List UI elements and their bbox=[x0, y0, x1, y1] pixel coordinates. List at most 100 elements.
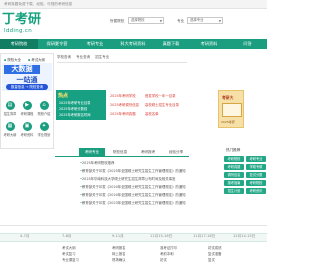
quick-link-materials[interactable]: ▣ 考研资料 bbox=[19, 122, 35, 137]
right-col-heading: 热门推荐 bbox=[226, 148, 241, 152]
school-select[interactable]: 选择院校 ▼ bbox=[128, 17, 164, 24]
timeline-month: 7-8月 bbox=[62, 234, 72, 238]
tab-apply[interactable]: 考研报考 bbox=[135, 148, 161, 157]
list-item-text: 2025年华南科技大学硕士研究生招生简章公布时间及相关事宜 bbox=[82, 177, 176, 181]
tab-experience[interactable]: 经验分享 bbox=[163, 148, 189, 157]
divider bbox=[57, 62, 187, 63]
tab-majors[interactable]: 考研专业 bbox=[79, 148, 105, 157]
exam-timeline: 4-7月 7-8月 9-11月 11月15-16日 11月17-18日 12月1… bbox=[0, 225, 267, 264]
poster-image bbox=[222, 103, 242, 117]
nav-item-materials-school[interactable]: 科大考研资料 bbox=[114, 39, 152, 49]
pill-link[interactable]: 考研院校 bbox=[224, 156, 244, 162]
timeline-item[interactable]: 考研报名 bbox=[112, 245, 126, 250]
quick-link-label: 学业规划 bbox=[37, 133, 51, 137]
pill-link[interactable]: 考研真题 bbox=[224, 164, 244, 170]
nav-item-majors[interactable]: 考研专业 bbox=[76, 39, 114, 49]
top-utility-bar: 考研真题免费下载、经验、可视的考研信息 bbox=[0, 0, 267, 9]
pill-link[interactable]: 考研专业 bbox=[246, 156, 266, 162]
major-select[interactable]: 选择专业 ▼ bbox=[187, 17, 223, 24]
nav-item-summer-camp[interactable]: 保研夏令营 bbox=[38, 39, 76, 49]
timeline-item[interactable]: 专业课复习 bbox=[62, 257, 79, 262]
big-data-banner[interactable]: 大数据 一站通 数量信息 → 院校查询 bbox=[2, 63, 52, 91]
search-subtabs: 学校查询 专业查询 招生专业 bbox=[57, 55, 109, 60]
school-select-value: 选择院校 bbox=[131, 18, 145, 22]
red-link[interactable]: 高校硕士招生专业目录 bbox=[145, 102, 179, 107]
subtab-recruit[interactable]: 招生专业 bbox=[95, 55, 109, 59]
left-menu-item[interactable]: ▪考试大纲 bbox=[28, 57, 45, 62]
hot-tag: 热点 bbox=[58, 93, 69, 99]
red-link[interactable]: 首发学校一年一目录 bbox=[145, 93, 176, 98]
pill-link[interactable]: 调剂信息 bbox=[224, 172, 244, 178]
folder-icon: ▣ bbox=[22, 122, 32, 131]
red-link[interactable]: 2025考研调剂信息 bbox=[110, 102, 139, 107]
list-item[interactable]: •教育部关于印发《2024年全国硕士研究生招生工作管理规定》的通知 bbox=[80, 192, 186, 197]
red-link[interactable]: 高校名单 bbox=[145, 111, 159, 116]
major-select-value: 选择专业 bbox=[190, 18, 204, 22]
pill-link[interactable]: 考研资讯 bbox=[246, 188, 266, 194]
quick-link-planning[interactable]: ✦ 学业规划 bbox=[36, 122, 52, 137]
timeline-item[interactable]: 网上报名 bbox=[112, 251, 126, 256]
nav-item-schools[interactable]: 考研院校 bbox=[0, 39, 38, 49]
top-utility-text: 考研真题免费下载、经验、可视的考研信息 bbox=[4, 2, 73, 6]
list-icon: ▪ bbox=[4, 58, 7, 62]
banner-cta: 数量信息 → 院校查询 bbox=[6, 84, 48, 90]
content-tabs: 考研专业 院校信息 考研报考 经验分享 bbox=[55, 148, 189, 157]
subtab-major[interactable]: 专业查询 bbox=[76, 55, 90, 59]
red-link[interactable]: 2025年考研真题 bbox=[110, 111, 136, 116]
timeline-item[interactable]: 复试 bbox=[208, 257, 215, 262]
building-icon: ⌂ bbox=[39, 101, 49, 110]
quick-link-admission[interactable]: ▤ 招生简章 bbox=[2, 101, 18, 116]
red-link[interactable]: 2025年考研学校 bbox=[110, 93, 136, 98]
hot-topics-panel[interactable]: 热点 2025年考研专业目录 2025年考研分数线 2025年考研报名时间 bbox=[56, 90, 106, 120]
site-logo[interactable]: 丁考研 bbox=[2, 13, 41, 27]
hot-line[interactable]: 2025年考研报名时间 bbox=[59, 112, 90, 117]
timeline-item[interactable]: 初试成绩 bbox=[208, 245, 222, 250]
quick-link-schools[interactable]: ⌂ 院校介绍 bbox=[36, 101, 52, 116]
banner-title: 大数据 bbox=[4, 65, 40, 74]
hot-line[interactable]: 2025年考研分数线 bbox=[59, 106, 87, 111]
list-item[interactable]: •教育部关于印发《2023年全国硕士研究生招生工作管理规定》的通知 bbox=[80, 200, 186, 205]
timeline-item[interactable]: 现场确认 bbox=[112, 257, 126, 262]
timeline-month: 9-11月 bbox=[112, 234, 124, 238]
pill-link[interactable]: 招生计划 bbox=[224, 188, 244, 194]
list-item[interactable]: •教育部关于印发《2025年全国硕士研究生招生工作管理规定》的通知 bbox=[80, 168, 186, 173]
main-nav: 考研院校 保研夏令营 考研专业 科大考研资料 真题下载 考研资料 问答 bbox=[0, 39, 267, 49]
site-logo-subtitle: ldding.cn bbox=[4, 28, 32, 34]
nav-item-materials[interactable]: 考研资料 bbox=[190, 39, 228, 49]
list-icon: ▪ bbox=[28, 58, 31, 62]
school-label: 所属院校 bbox=[110, 19, 125, 23]
timeline-item[interactable]: 初试 bbox=[160, 257, 167, 262]
list-item-text: 教育部关于印发《2024年全国硕士研究生招生工作管理规定》的通知 bbox=[82, 185, 186, 189]
book-icon: ▦ bbox=[5, 122, 15, 131]
nav-item-past-papers[interactable]: 真题下载 bbox=[152, 39, 190, 49]
timeline-item[interactable]: 考试大纲 bbox=[62, 245, 76, 250]
poster-title: 考研大 bbox=[222, 95, 234, 100]
promo-poster[interactable]: 考研大 2025考研 bbox=[218, 90, 244, 128]
list-item[interactable]: •教育部关于印发《2024年全国硕士研究生招生工作管理规定》的通知 bbox=[80, 184, 186, 189]
pill-link[interactable]: 考研院校 bbox=[246, 180, 266, 186]
major-label: 专业 bbox=[177, 19, 185, 23]
tab-schools[interactable]: 院校信息 bbox=[107, 148, 133, 157]
hot-line[interactable]: 2025年考研专业目录 bbox=[59, 100, 90, 105]
timeline-item[interactable]: 考前冲刺 bbox=[160, 251, 174, 256]
quick-link-syllabus[interactable]: ▦ 考研大纲 bbox=[2, 122, 18, 137]
timeline-item[interactable]: 准考证打印 bbox=[160, 245, 177, 250]
pill-link[interactable]: 复试分数 bbox=[246, 172, 266, 178]
nav-item-qa[interactable]: 问答 bbox=[228, 39, 267, 49]
list-item-text: 教育部关于印发《2024年全国硕士研究生招生工作管理规定》的通知 bbox=[82, 193, 186, 197]
timeline-item[interactable]: 考试复习 bbox=[62, 251, 76, 256]
quick-link-courses[interactable]: ▶ 考研课程 bbox=[19, 101, 35, 116]
left-menu-item[interactable]: ▪院校大全 bbox=[4, 57, 21, 62]
timeline-item[interactable]: 复试准备 bbox=[208, 251, 222, 256]
pill-link[interactable]: 报考指南 bbox=[224, 180, 244, 186]
chevron-down-icon: ▼ bbox=[159, 19, 162, 23]
list-item-text: 2025年考研院校推荐 bbox=[82, 161, 115, 165]
pill-link[interactable]: 学硕专硕 bbox=[246, 164, 266, 170]
list-item[interactable]: •2025年华南科技大学硕士研究生招生简章公布时间及相关事宜 bbox=[80, 176, 175, 181]
left-menu-item-label: 考试大纲 bbox=[31, 58, 45, 62]
play-icon: ▶ bbox=[22, 101, 32, 110]
subtab-school[interactable]: 学校查询 bbox=[57, 55, 71, 59]
compass-icon: ✦ bbox=[39, 122, 49, 131]
list-item[interactable]: •2025年考研院校推荐 bbox=[80, 160, 114, 165]
quick-link-label: 考研课程 bbox=[20, 112, 34, 116]
